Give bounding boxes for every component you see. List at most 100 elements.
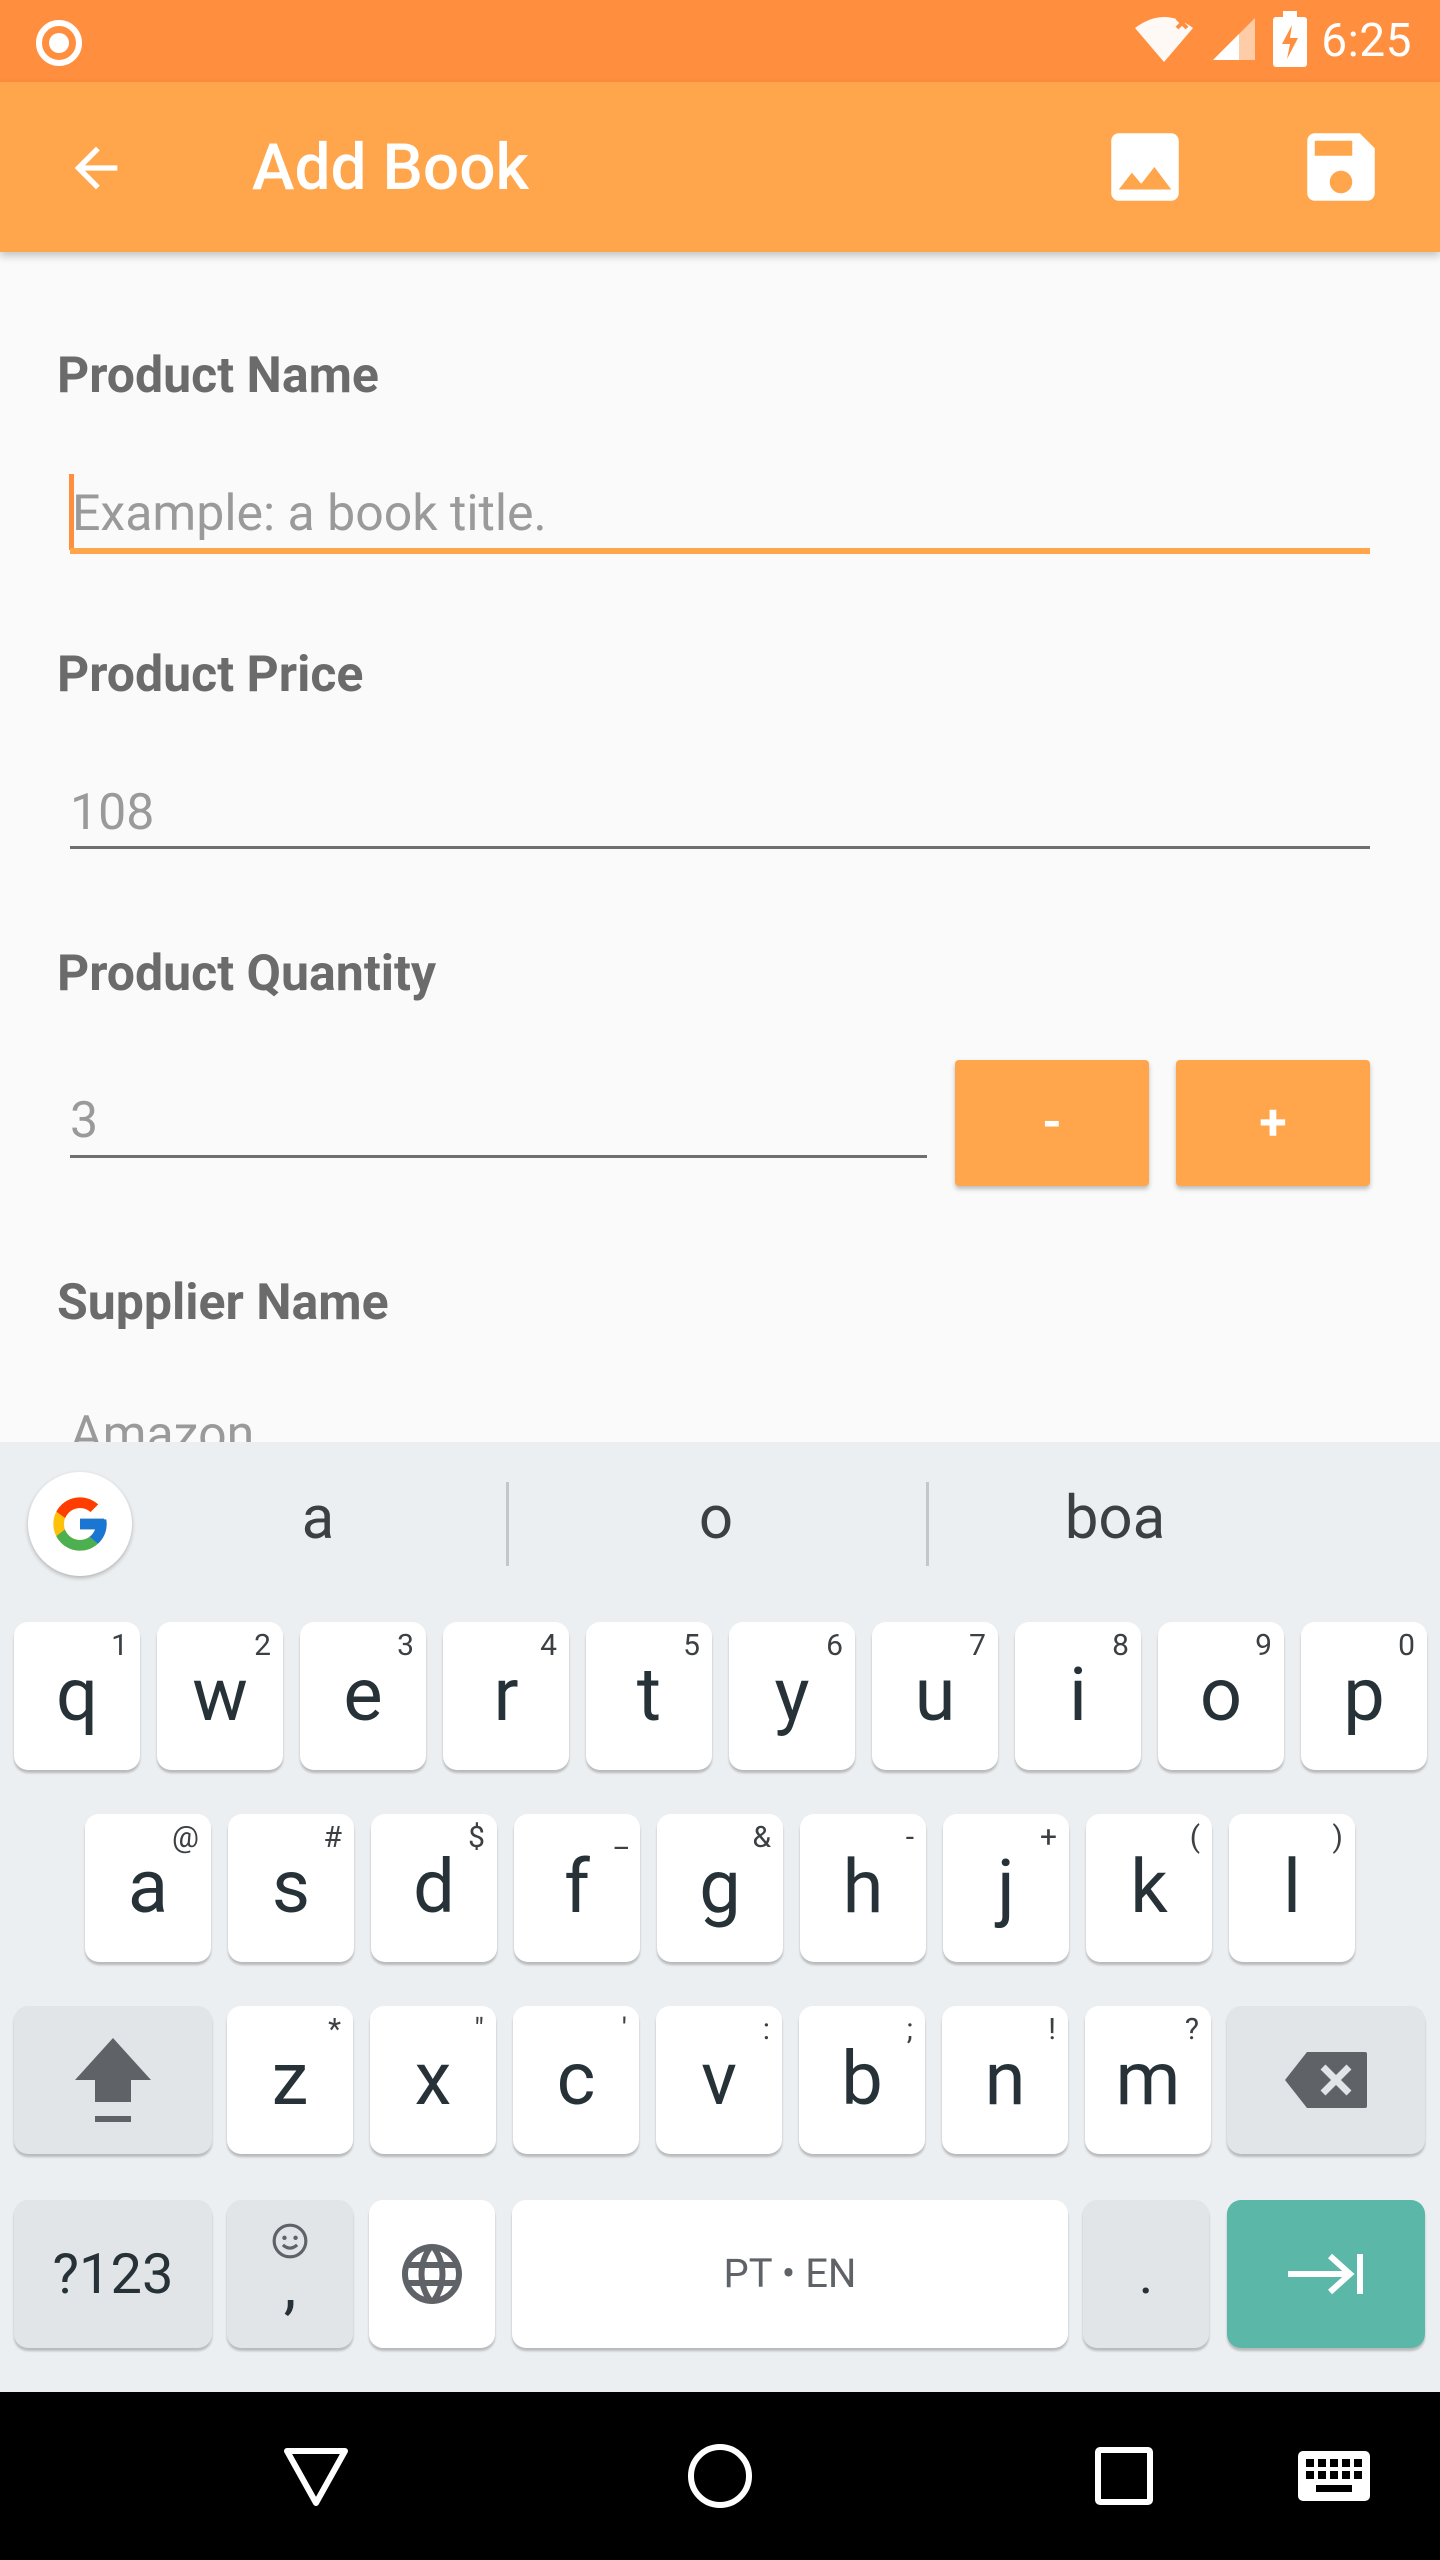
keyboard-icon[interactable]	[1294, 2436, 1374, 2516]
product-quantity-underline	[70, 1155, 927, 1158]
add-image-button[interactable]	[1100, 122, 1190, 212]
language-key[interactable]	[369, 2200, 495, 2348]
save-button[interactable]	[1296, 122, 1386, 212]
key-label: q	[55, 1652, 99, 1739]
key-label: z	[271, 2036, 309, 2123]
key-d[interactable]: d $	[371, 1814, 497, 1962]
key-o[interactable]: o9	[1158, 1622, 1284, 1770]
key-k[interactable]: k(	[1086, 1814, 1212, 1962]
key-hint: 6	[826, 1628, 843, 1663]
key-label: l	[1283, 1844, 1301, 1931]
key-label: i	[1069, 1652, 1087, 1739]
key-label: a	[127, 1844, 169, 1931]
key-label: s	[271, 1844, 311, 1931]
key-m[interactable]: m?	[1085, 2006, 1211, 2154]
period-key-label: .	[1138, 2241, 1154, 2307]
backspace-key[interactable]	[1227, 2006, 1425, 2154]
key-s[interactable]: s #	[228, 1814, 354, 1962]
key-hint: 9	[1255, 1628, 1272, 1663]
key-p[interactable]: p0	[1301, 1622, 1427, 1770]
key-h[interactable]: h-	[800, 1814, 926, 1962]
period-key[interactable]: .	[1083, 2200, 1209, 2348]
key-n[interactable]: n!	[942, 2006, 1068, 2154]
key-hint: 7	[969, 1628, 986, 1663]
key-label: y	[774, 1652, 810, 1739]
key-q[interactable]: q1	[14, 1622, 140, 1770]
key-hint: @	[172, 1820, 199, 1855]
key-w[interactable]: w2	[157, 1622, 283, 1770]
suggestion-divider	[506, 1482, 509, 1566]
arrow-back-icon	[74, 146, 118, 190]
key-j[interactable]: j +	[943, 1814, 1069, 1962]
key-u[interactable]: u7	[872, 1622, 998, 1770]
key-y[interactable]: y6	[729, 1622, 855, 1770]
increment-button[interactable]: +	[1176, 1060, 1370, 1186]
key-label: k	[1130, 1844, 1168, 1931]
product-name-input[interactable]: Example: a book title.	[72, 485, 547, 543]
supplier-name-label: Supplier Name	[57, 1274, 389, 1332]
shift-key[interactable]	[14, 2006, 212, 2154]
space-key[interactable]: PT • EN	[512, 2200, 1068, 2348]
product-quantity-input[interactable]: 3	[70, 1092, 98, 1150]
key-r[interactable]: r4	[443, 1622, 569, 1770]
key-label: c	[556, 2036, 596, 2123]
key-f[interactable]: f _	[514, 1814, 640, 1962]
key-label: g	[699, 1844, 741, 1931]
key-label: m	[1115, 2036, 1181, 2123]
cell-signal-icon	[1209, 14, 1259, 68]
key-hint: ;	[906, 2012, 913, 2047]
key-b[interactable]: b;	[799, 2006, 925, 2154]
key-g[interactable]: g &	[657, 1814, 783, 1962]
key-c[interactable]: c '	[513, 2006, 639, 2154]
back-button[interactable]	[56, 128, 136, 208]
next-field-key[interactable]	[1227, 2200, 1425, 2348]
status-bar: 6:25	[0, 0, 1440, 82]
suggestion-1[interactable]: a	[168, 1482, 468, 1553]
suggestion-2[interactable]: o	[566, 1482, 866, 1553]
key-hint: #	[323, 1820, 342, 1855]
home-circle-icon[interactable]	[680, 2436, 760, 2516]
backspace-icon	[1285, 2052, 1367, 2108]
key-l[interactable]: l)	[1229, 1814, 1355, 1962]
key-i[interactable]: i8	[1015, 1622, 1141, 1770]
key-label: e	[343, 1652, 383, 1739]
key-hint: $	[468, 1820, 485, 1855]
product-name-label: Product Name	[57, 347, 379, 405]
decrement-button[interactable]: -	[955, 1060, 1149, 1186]
key-hint: 3	[397, 1628, 414, 1663]
google-logo-icon[interactable]	[28, 1472, 132, 1576]
key-hint: 1	[111, 1628, 128, 1663]
key-hint: 0	[1398, 1628, 1415, 1663]
suggestion-divider	[926, 1482, 929, 1566]
symbols-key[interactable]: ?123	[14, 2200, 212, 2348]
key-hint: "	[474, 2012, 484, 2047]
key-e[interactable]: e3	[300, 1622, 426, 1770]
battery-charging-icon	[1273, 11, 1308, 71]
product-price-label: Product Price	[57, 646, 364, 704]
emoji-comma-key[interactable]: ,	[227, 2200, 353, 2348]
key-label: n	[984, 2036, 1026, 2123]
product-price-input[interactable]: 108	[70, 784, 154, 842]
suggestion-3[interactable]: boa	[965, 1482, 1265, 1553]
supplier-name-input[interactable]: Amazon	[70, 1406, 254, 1442]
key-z[interactable]: z *	[227, 2006, 353, 2154]
globe-icon	[402, 2244, 462, 2304]
key-hint: (	[1189, 1820, 1200, 1855]
key-label: o	[1199, 1652, 1243, 1739]
recents-square-icon[interactable]	[1084, 2436, 1164, 2516]
shift-arrow-icon	[75, 2038, 151, 2122]
key-a[interactable]: a @	[85, 1814, 211, 1962]
key-label: d	[413, 1844, 455, 1931]
key-x[interactable]: x "	[370, 2006, 496, 2154]
key-label: h	[842, 1844, 884, 1931]
key-hint: 4	[540, 1628, 557, 1663]
page-title: Add Book	[252, 130, 529, 205]
product-quantity-label: Product Quantity	[57, 945, 437, 1003]
key-label: u	[914, 1652, 956, 1739]
key-hint: _	[614, 1820, 628, 1855]
key-label: j	[997, 1844, 1015, 1931]
key-t[interactable]: t5	[586, 1622, 712, 1770]
key-v[interactable]: v:	[656, 2006, 782, 2154]
key-hint: '	[621, 2012, 627, 2047]
back-triangle-icon[interactable]	[276, 2436, 356, 2516]
